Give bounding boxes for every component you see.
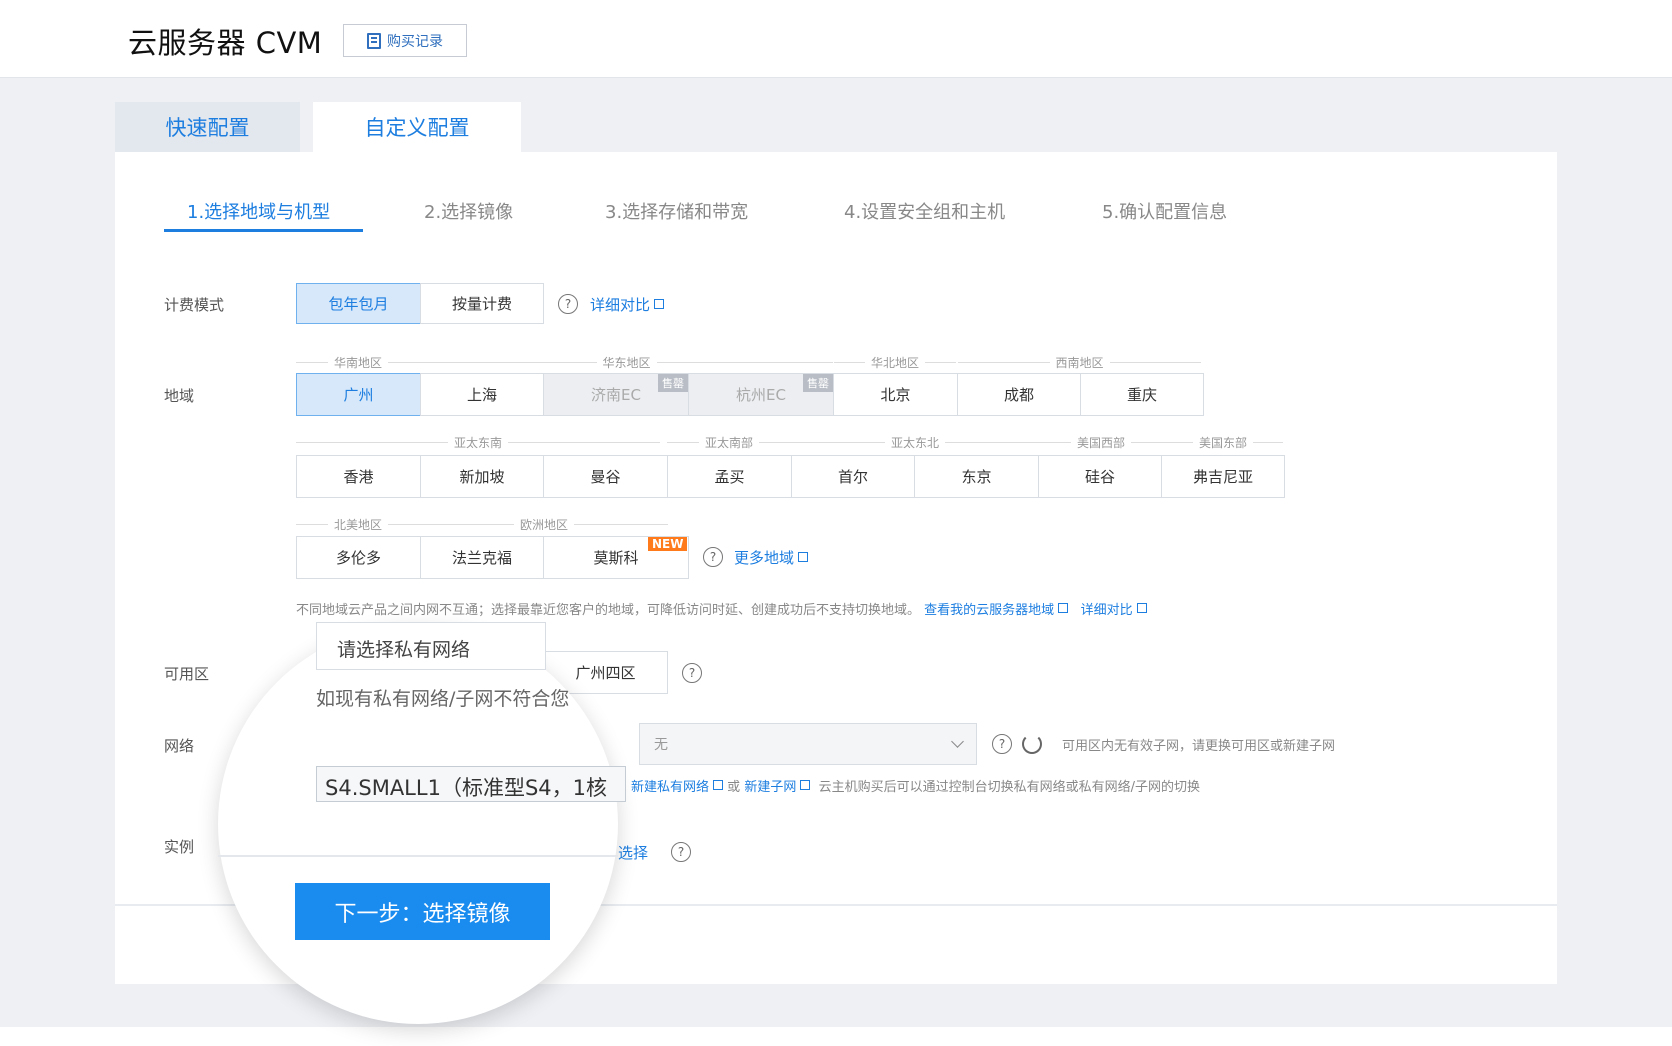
active-step-indicator	[164, 229, 363, 232]
my-cvm-regions-link[interactable]: 查看我的云服务器地域	[924, 603, 1069, 618]
group-europe: 欧洲地区	[420, 516, 669, 533]
region-beijing[interactable]: 北京	[833, 373, 958, 416]
external-link-icon	[800, 780, 811, 790]
instance-choose-link[interactable]: 选择	[618, 842, 648, 863]
group-apac-south: 亚太南部	[667, 434, 792, 451]
region-singapore[interactable]: 新加坡	[420, 455, 544, 498]
region-chengdu[interactable]: 成都	[957, 373, 1081, 416]
region-guangzhou[interactable]: 广州	[296, 373, 421, 416]
group-us-east: 美国东部	[1163, 434, 1284, 451]
region-tokyo[interactable]: 东京	[914, 455, 1039, 498]
instance-type-field[interactable]: S4.SMALL1（标准型S4，1核	[316, 766, 626, 802]
zone-label: 可用区	[164, 665, 210, 683]
help-icon[interactable]: ?	[992, 734, 1012, 754]
next-step-button[interactable]: 下一步：选择镜像	[295, 883, 550, 940]
region-bangkok[interactable]: 曼谷	[543, 455, 668, 498]
refresh-icon[interactable]	[1022, 734, 1042, 754]
group-north-china: 华北地区	[834, 354, 957, 371]
instance-label: 实例	[164, 838, 195, 856]
region-frankfurt[interactable]: 法兰克福	[420, 536, 544, 579]
group-south-china: 华南地区	[296, 354, 421, 371]
help-icon[interactable]: ?	[671, 842, 691, 862]
region-seoul[interactable]: 首尔	[791, 455, 915, 498]
subnet-select[interactable]: 无	[639, 723, 977, 765]
chevron-down-icon	[951, 735, 964, 748]
group-apac-southeast: 亚太东南	[296, 434, 661, 451]
region-toronto[interactable]: 多伦多	[296, 536, 421, 579]
external-link-icon	[798, 552, 809, 562]
region-mumbai[interactable]: 孟买	[667, 455, 792, 498]
step-security-host[interactable]: 4.设置安全组和主机	[844, 198, 1005, 224]
book-icon	[367, 32, 381, 49]
group-north-america: 北美地区	[296, 516, 421, 533]
region-label: 地域	[164, 387, 195, 405]
sold-out-badge: 售罄	[803, 374, 833, 392]
page-bottom-band	[0, 1027, 1672, 1046]
billing-compare-link[interactable]: 详细对比	[590, 294, 665, 315]
create-subnet-link[interactable]: 新建子网	[744, 780, 811, 795]
region-note: 不同地域云产品之间内网不互通；选择最靠近您客户的地域，可降低访问时延、创建成功后…	[296, 599, 1147, 618]
purchase-record-label: 购买记录	[387, 33, 443, 50]
step-image[interactable]: 2.选择镜像	[424, 198, 513, 224]
step-confirm[interactable]: 5.确认配置信息	[1102, 198, 1227, 224]
region-hongkong[interactable]: 香港	[296, 455, 421, 498]
group-us-west: 美国西部	[1039, 434, 1164, 451]
help-icon[interactable]: ?	[703, 547, 723, 567]
group-southwest-china: 西南地区	[958, 354, 1202, 371]
purchase-record-button[interactable]: 购买记录	[343, 24, 467, 57]
region-virginia[interactable]: 弗吉尼亚	[1161, 455, 1285, 498]
region-compare-link[interactable]: 详细对比	[1081, 603, 1147, 618]
new-badge: NEW	[648, 537, 688, 551]
step-region-instance[interactable]: 1.选择地域与机型	[187, 198, 330, 224]
group-east-china: 华东地区	[420, 354, 834, 371]
more-regions-link[interactable]: 更多地域	[734, 547, 809, 568]
billing-option-usage[interactable]: 按量计费	[420, 283, 544, 324]
region-hangzhou-ec: 杭州EC 售罄	[688, 373, 834, 416]
tab-quick-config[interactable]: 快速配置	[115, 102, 300, 152]
group-apac-northeast: 亚太东北	[791, 434, 1040, 451]
network-label: 网络	[164, 737, 195, 755]
external-link-icon	[1136, 603, 1147, 613]
page-title: 云服务器 CVM	[128, 26, 323, 60]
vpc-select-zoomed[interactable]: 请选择私有网络	[316, 622, 546, 670]
help-icon[interactable]: ?	[682, 663, 702, 683]
network-hint-zoomed: 如现有私有网络/子网不符合您	[316, 688, 570, 710]
network-create-links: 新建私有网络 或 新建子网 云主机购买后可以通过控制台切换私有网络或私有网络/子…	[631, 780, 1200, 795]
region-shanghai[interactable]: 上海	[420, 373, 544, 416]
tab-custom-config[interactable]: 自定义配置	[313, 102, 521, 152]
region-jinan-ec: 济南EC 售罄	[543, 373, 689, 416]
subnet-note: 可用区内无有效子网，请更换可用区或新建子网	[1062, 739, 1336, 754]
sold-out-badge: 售罄	[658, 374, 688, 392]
magnifier-divider	[218, 855, 618, 857]
help-icon[interactable]: ?	[558, 294, 578, 314]
external-link-icon	[654, 299, 665, 309]
billing-option-monthly[interactable]: 包年包月	[296, 283, 421, 324]
external-link-icon	[1058, 603, 1069, 613]
step-storage-bandwidth[interactable]: 3.选择存储和带宽	[605, 198, 748, 224]
create-vpc-link[interactable]: 新建私有网络	[631, 780, 724, 795]
billing-label: 计费模式	[164, 296, 225, 314]
external-link-icon	[713, 780, 724, 790]
region-silicon-valley[interactable]: 硅谷	[1038, 455, 1162, 498]
region-chongqing[interactable]: 重庆	[1080, 373, 1204, 416]
